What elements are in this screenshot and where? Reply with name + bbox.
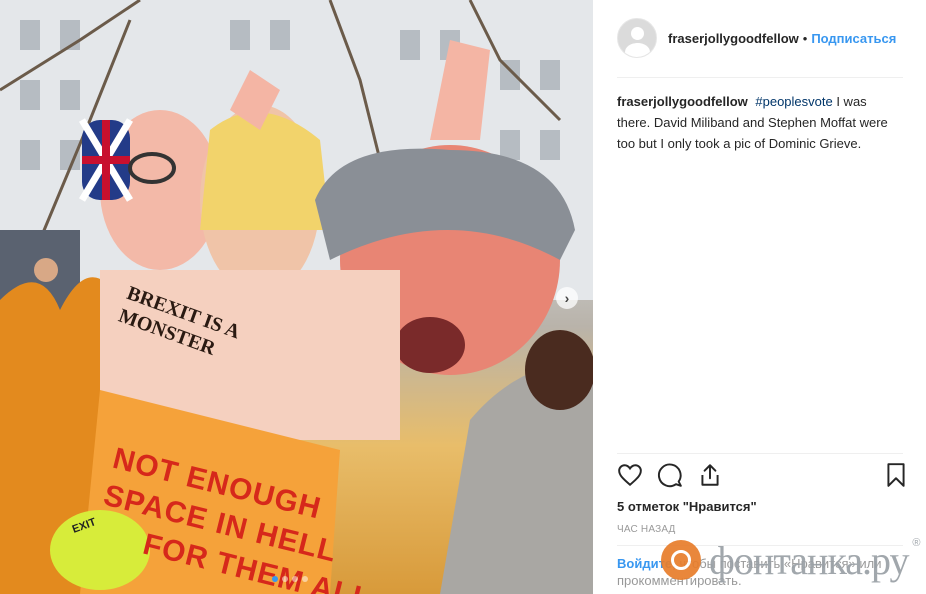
carousel-dot [282,576,288,582]
watermark-logo-icon [661,540,701,580]
hashtag-link[interactable]: #peoplesvote [755,94,832,109]
carousel-indicator [272,576,308,582]
registered-mark: ® [912,536,921,549]
username-link[interactable]: fraserjollygoodfellow [668,31,799,46]
watermark: фонтанка.ру ® [661,536,921,584]
likes-count[interactable]: 5 отметок "Нравится" [617,499,757,514]
carousel-dot [302,576,308,582]
chevron-right-icon: › [564,290,570,306]
bookmark-icon[interactable] [883,462,909,488]
carousel-dot [272,576,278,582]
post-photo[interactable]: BREXIT IS A MONSTER NOT ENOUGH SPACE IN … [0,0,593,594]
heart-icon[interactable] [617,462,643,488]
post-caption: fraserjollygoodfellow #peoplesvote I was… [617,91,899,154]
divider [617,77,903,78]
post-actions [617,462,909,490]
avatar[interactable] [617,18,657,58]
separator: • [802,30,808,46]
post-timestamp[interactable]: ЧАС НАЗАД [617,524,676,535]
share-icon[interactable] [697,462,723,488]
post-header: fraserjollygoodfellow • Подписаться [617,18,903,58]
comment-icon[interactable] [657,462,683,488]
divider [617,453,903,454]
carousel-next-button[interactable]: › [556,287,578,309]
caption-username-link[interactable]: fraserjollygoodfellow [617,94,748,109]
watermark-text: фонтанка.ру [709,537,910,583]
follow-button[interactable]: Подписаться [811,31,896,46]
post-side-panel: fraserjollygoodfellow • Подписаться fras… [593,0,926,594]
carousel-dot [292,576,298,582]
